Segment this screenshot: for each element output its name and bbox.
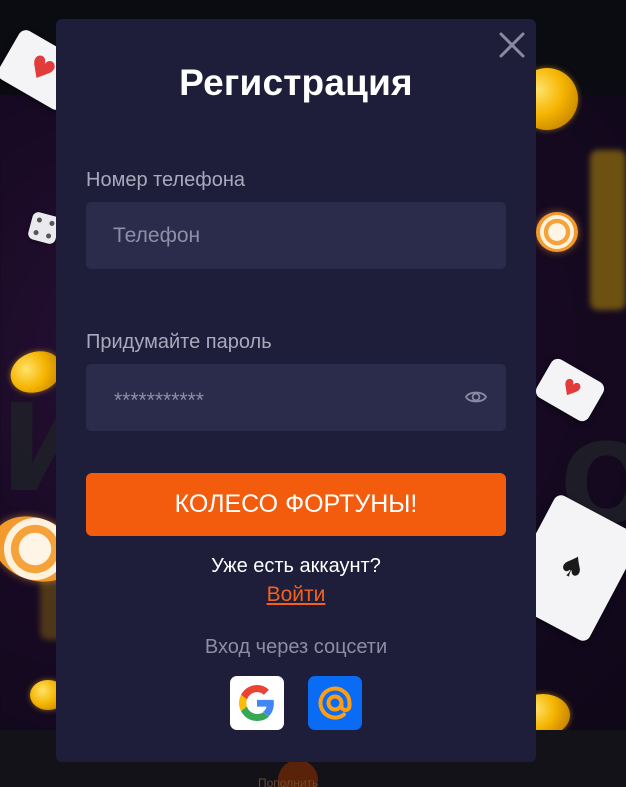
phone-input[interactable]	[86, 202, 506, 269]
phone-input-container	[86, 202, 506, 269]
at-sign-icon	[318, 686, 352, 720]
password-label: Придумайте пароль	[86, 331, 272, 353]
have-account-text: Уже есть аккаунт?	[211, 555, 381, 577]
eye-icon[interactable]	[465, 388, 487, 406]
phone-label: Номер телефона	[86, 169, 246, 191]
social-login-label: Вход через соцсети	[204, 636, 388, 658]
close-icon	[499, 32, 525, 58]
close-button[interactable]	[496, 29, 528, 61]
password-input[interactable]: ***********	[86, 364, 506, 431]
deposit-nav-label: Пополнить	[258, 776, 319, 787]
password-masked-value: ***********	[114, 389, 204, 412]
login-link-container: Войти	[56, 583, 536, 607]
login-link[interactable]: Войти	[267, 583, 326, 606]
google-icon	[239, 685, 274, 721]
banner-text-glow	[590, 150, 626, 310]
mail-login-button[interactable]	[308, 676, 362, 730]
google-login-button[interactable]	[230, 676, 284, 730]
casino-chip-image	[536, 212, 578, 252]
wheel-of-fortune-button[interactable]: КОЛЕСО ФОРТУНЫ!	[86, 473, 506, 536]
modal-title: Регистрация	[179, 62, 413, 103]
